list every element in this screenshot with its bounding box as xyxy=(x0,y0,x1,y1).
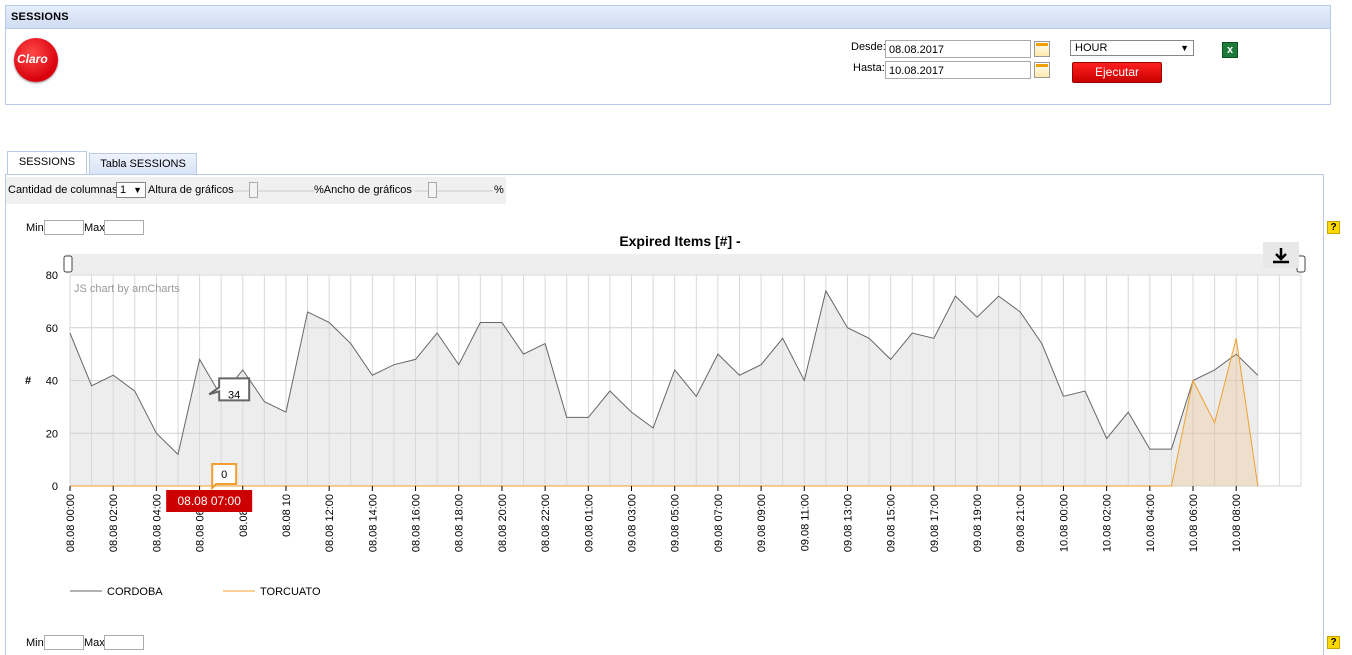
x-tick-label: 09.08 19:00 xyxy=(972,494,984,552)
x-tick-label: 09.08 07:00 xyxy=(713,494,725,552)
claro-logo: Claro xyxy=(14,38,58,82)
y-tick-label: 40 xyxy=(46,376,58,388)
legend-label-cordoba: CORDOBA xyxy=(107,586,163,598)
x-tick-label: 08.08 04:00 xyxy=(151,494,163,552)
y-tick-label: 20 xyxy=(46,428,58,440)
width-slider-thumb[interactable] xyxy=(428,182,437,198)
y-axis-label: # xyxy=(25,375,31,387)
x-tick-label: 09.08 17:00 xyxy=(929,494,941,552)
header-bar: SESSIONS xyxy=(6,6,1330,29)
page-title: SESSIONS xyxy=(11,11,69,23)
max-label: Max xyxy=(84,637,105,649)
columns-label: Cantidad de columnas xyxy=(8,184,118,196)
min-input[interactable] xyxy=(44,635,84,650)
x-tick-label: 08.08 22:00 xyxy=(540,494,552,552)
scrollbar-left-grip[interactable] xyxy=(63,255,73,273)
height-slider-track[interactable] xyxy=(234,190,314,192)
height-slider-thumb[interactable] xyxy=(249,182,258,198)
tab-sessions[interactable]: SESSIONS xyxy=(7,151,87,175)
help-icon[interactable]: ? xyxy=(1327,636,1340,649)
x-tick-label: 10.08 04:00 xyxy=(1145,494,1157,552)
desde-label: Desde: xyxy=(851,41,886,53)
y-tick-label: 60 xyxy=(46,323,58,335)
hasta-input[interactable]: 10.08.2017 xyxy=(885,61,1031,79)
x-tick-label: 09.08 09:00 xyxy=(756,494,768,552)
columns-select[interactable]: 1 ▼ xyxy=(116,182,146,198)
x-tick-label: 08.08 02:00 xyxy=(108,494,120,552)
x-tick-label: 10.08 06:00 xyxy=(1188,494,1200,552)
x-tick-label: 08.08 18:00 xyxy=(454,494,466,552)
x-tick-label: 08.08 16:00 xyxy=(411,494,423,552)
logo-text: Claro xyxy=(17,52,48,66)
hasta-label: Hasta: xyxy=(853,62,885,74)
x-tick-label: 10.08 08:00 xyxy=(1231,494,1243,552)
x-tick-label: 08.08 00:00 xyxy=(65,494,77,552)
percent-label: % xyxy=(494,184,504,196)
execute-button[interactable]: Ejecutar xyxy=(1072,62,1162,83)
x-tick-label: 09.08 03:00 xyxy=(627,494,639,552)
legend-label-torcuato: TORCUATO xyxy=(260,586,321,598)
scrollbar-track[interactable] xyxy=(66,254,1302,274)
cursor-x-label: 08.08 07:00 xyxy=(166,490,253,512)
columns-value: 1 xyxy=(120,184,127,196)
x-tick-label: 10.08 00:00 xyxy=(1058,494,1070,552)
y-axis: 0 20 40 60 80 xyxy=(46,270,58,493)
balloon-value: 34 xyxy=(228,389,240,401)
width-label: %Ancho de gráficos xyxy=(314,184,412,196)
cursor-label-text: 08.08 07:00 xyxy=(177,494,241,508)
height-label: Altura de gráficos xyxy=(148,184,234,196)
width-slider-track[interactable] xyxy=(415,190,493,192)
x-tick-label: 08.08 14:00 xyxy=(367,494,379,552)
x-tick-label: 09.08 13:00 xyxy=(842,494,854,552)
y-tick-label: 0 xyxy=(52,481,58,493)
y-tick-label: 80 xyxy=(46,270,58,282)
x-tick-label: 08.08 20:00 xyxy=(497,494,509,552)
chart-legend: CORDOBA TORCUATO xyxy=(70,586,321,598)
x-tick-label: 09.08 21:00 xyxy=(1015,494,1027,552)
tab-tabla-sessions[interactable]: Tabla SESSIONS xyxy=(89,153,197,175)
expired-items-chart: Expired Items [#] - 0 20 40 60 80 # JS chart… xyxy=(25,233,1306,598)
desde-input[interactable]: 08.08.2017 xyxy=(885,40,1031,58)
excel-export-icon[interactable]: x xyxy=(1222,42,1238,58)
x-tick-label: 09.08 01:00 xyxy=(583,494,595,552)
help-icon[interactable]: ? xyxy=(1327,221,1340,234)
max-input[interactable] xyxy=(104,635,144,650)
chart-title: Expired Items [#] - xyxy=(619,233,741,249)
chevron-down-icon: ▼ xyxy=(133,185,142,195)
x-tick-label: 08.08 12:00 xyxy=(324,494,336,552)
torcuato-balloon: 0 xyxy=(211,463,238,491)
x-tick-label: 09.08 05:00 xyxy=(670,494,682,552)
min-label: Min xyxy=(26,637,44,649)
calendar-icon[interactable] xyxy=(1034,62,1050,78)
x-tick-label: 10.08 02:00 xyxy=(1102,494,1114,552)
x-tick-label: 09.08 11:00 xyxy=(799,494,811,551)
balloon-value: 0 xyxy=(221,469,227,481)
chevron-down-icon: ▼ xyxy=(1180,43,1189,53)
granularity-value: HOUR xyxy=(1075,42,1108,54)
amcharts-watermark[interactable]: JS chart by amCharts xyxy=(74,283,180,295)
granularity-select[interactable]: HOUR ▼ xyxy=(1070,40,1194,56)
calendar-icon[interactable] xyxy=(1034,41,1050,57)
x-tick-label: 09.08 15:00 xyxy=(886,494,898,552)
x-tick-label: 08.08 10 xyxy=(281,494,293,537)
